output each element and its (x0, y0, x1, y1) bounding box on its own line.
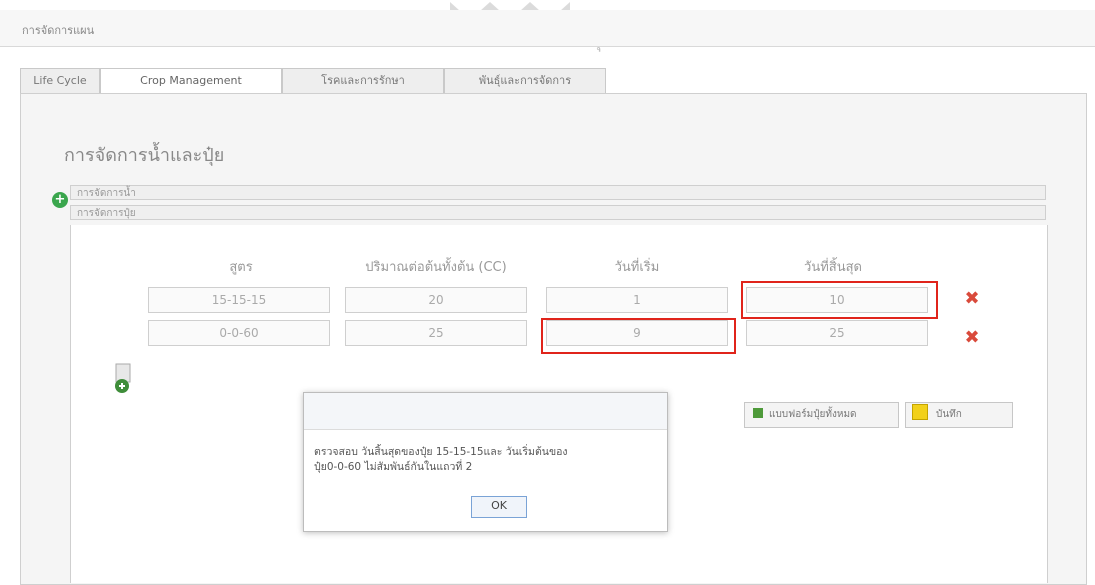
delete-row-icon[interactable]: ✖ (964, 329, 980, 347)
ok-button[interactable]: OK (471, 496, 527, 518)
amount-input[interactable]: 25 (345, 320, 527, 346)
error-highlight-end (741, 281, 938, 319)
column-header-start: วันที่เริ่ม (614, 260, 660, 275)
error-highlight-start (541, 318, 736, 354)
add-fertilizer-icon[interactable] (110, 360, 138, 394)
tab-life-cycle[interactable]: Life Cycle (20, 68, 100, 94)
save-icon (912, 404, 928, 420)
column-header-amount: ปริมาณต่อต้นทั้งต้น (CC) (365, 260, 507, 275)
tab-variety[interactable]: พันธุ์และการจัดการ (444, 68, 606, 94)
add-section-icon[interactable]: + (52, 192, 68, 208)
edit-icon (753, 408, 763, 418)
delete-row-icon[interactable]: ✖ (964, 290, 980, 308)
tab-disease-treatment[interactable]: โรคและการรักษา (282, 68, 444, 94)
formula-input[interactable]: 15-15-15 (148, 287, 330, 313)
end-day-input[interactable]: 25 (746, 320, 928, 346)
accordion-water-header[interactable]: การจัดการน้ำ (70, 185, 1046, 200)
template-button[interactable]: แบบฟอร์มปุ๋ยทั้งหมด (744, 402, 899, 428)
page-title: การจัดการน้ำและปุ๋ย (64, 145, 225, 166)
dialog-message: ตรวจสอบ วันสิ้นสุดของปุ๋ย 15-15-15และ วั… (314, 446, 568, 473)
start-day-input[interactable]: 1 (546, 287, 728, 313)
amount-input[interactable]: 20 (345, 287, 527, 313)
window-title-bar: การจัดการแผน (0, 10, 1095, 47)
window-title: การจัดการแผน (22, 24, 95, 37)
accordion-fertilizer-header[interactable]: การจัดการปุ๋ย (70, 205, 1046, 220)
save-button[interactable]: บันทึก (905, 402, 1013, 428)
tab-crop-management[interactable]: Crop Management (100, 68, 282, 94)
dialog-title-bar (304, 393, 667, 430)
column-header-formula: สูตร (229, 260, 253, 275)
formula-input[interactable]: 0-0-60 (148, 320, 330, 346)
column-header-end: วันที่สิ้นสุด (804, 260, 862, 275)
alert-dialog: ตรวจสอบ วันสิ้นสุดของปุ๋ย 15-15-15และ วั… (303, 392, 668, 532)
